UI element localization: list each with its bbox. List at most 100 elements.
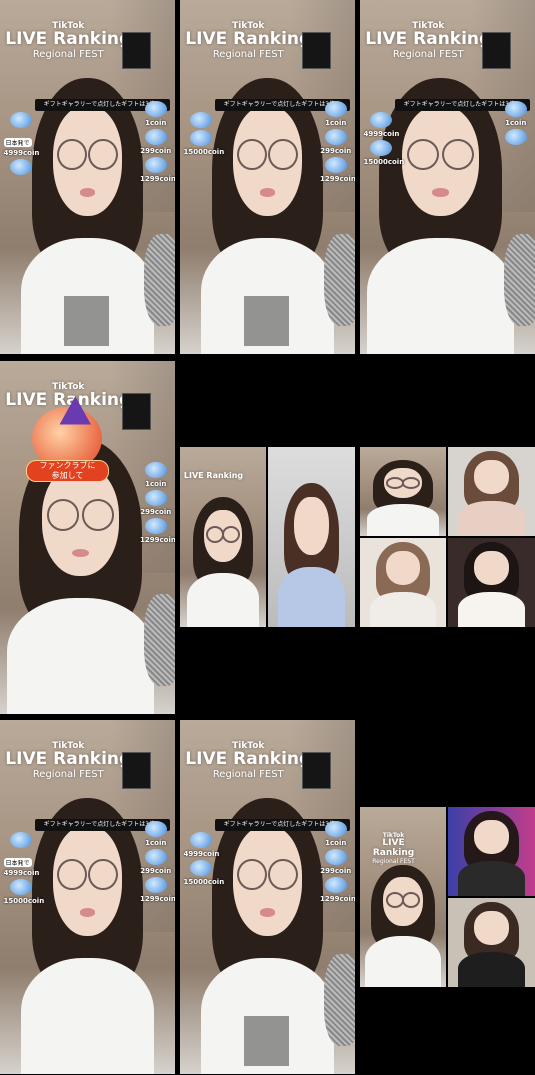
grid-cell-1 [360, 447, 446, 536]
live-ranking-overlay: TikTok LIVE Ranking [5, 382, 131, 410]
guest-streamer [458, 542, 525, 627]
japan-label: 日本発で [3, 857, 32, 867]
coin-label: 1coin [145, 839, 167, 848]
glasses [236, 138, 299, 170]
glasses [206, 525, 240, 543]
snowman-gift-icon [144, 489, 167, 506]
trophy-icon [122, 751, 151, 790]
umbrella-gift-icon [144, 821, 167, 838]
guest-streamer [458, 902, 525, 987]
guest-streamer [458, 451, 525, 536]
glasses [56, 858, 119, 890]
trophy-icon [122, 392, 151, 431]
gift-panel-left: 4999coin 15000coin [183, 830, 224, 886]
gift-icon [144, 877, 167, 894]
coin-label: 4999coin [183, 849, 220, 858]
streamer [201, 797, 334, 1074]
ranking-subtitle: Regional FEST [372, 858, 415, 866]
ranking-title: LIVE Ranking [5, 749, 132, 770]
coin-label: 1299coin [140, 535, 175, 544]
gift-panel-right: 1coin [500, 99, 532, 147]
gift-icon [10, 158, 32, 175]
streamer [201, 77, 334, 354]
microphone [503, 233, 535, 326]
umbrella-gift-icon [144, 461, 167, 478]
live-ranking-overlay: TikTok LIVE Ranking Regional FEST [5, 21, 131, 60]
ranking-subtitle: Regional FEST [32, 49, 104, 61]
streamer [186, 497, 260, 627]
gift-panel-right: 1coin 299coin 1299coin [140, 460, 175, 544]
microphone [143, 594, 175, 686]
grid-cell-2 [448, 447, 535, 536]
ranking-title: LIVE Ranking [185, 29, 312, 50]
gift-panel-left: 日本発で 4999coin [3, 110, 40, 177]
glasses [56, 138, 119, 170]
trophy-icon [302, 751, 331, 790]
streamer [366, 460, 440, 536]
stream-tile-5-split[interactable]: LIVE Ranking [180, 447, 355, 627]
glasses [46, 499, 115, 531]
glasses [385, 891, 421, 909]
ranking-title: LIVE Ranking [365, 29, 492, 50]
streamer [21, 797, 154, 1074]
coin-label: 1coin [145, 119, 167, 128]
grid-cell-4 [448, 538, 535, 627]
live-ranking-overlay: TikTok LIVE Ranking Regional FEST [363, 832, 425, 865]
split-right [268, 447, 355, 627]
split-right-bottom [448, 898, 535, 987]
stream-tile-7[interactable]: TikTok LIVE Ranking Regional FEST ギフトギャラ… [0, 720, 175, 1074]
stream-tile-2[interactable]: TikTok LIVE Ranking Regional FEST ギフトギャラ… [180, 0, 355, 354]
stream-tile-6-grid[interactable] [360, 447, 535, 627]
gift-icon [324, 877, 347, 894]
microphone [323, 233, 355, 326]
live-ranking-overlay: TikTok LIVE Ranking Regional FEST [365, 21, 491, 60]
split-right-top [448, 807, 535, 896]
coin-label: 299coin [320, 867, 352, 876]
stream-tile-4[interactable]: TikTok LIVE Ranking ファンクラブに 参加して 1coin 2… [0, 361, 175, 714]
live-ranking-overlay: TikTok LIVE Ranking Regional FEST [5, 741, 131, 780]
umbrella-gift-icon [324, 821, 347, 838]
glasses [386, 477, 420, 488]
umbrella-gift-icon [504, 101, 527, 118]
gift-icon [190, 831, 212, 848]
guest-streamer [278, 483, 345, 627]
coin-label: 1coin [145, 479, 167, 488]
live-ranking-overlay: TikTok LIVE Ranking Regional FEST [185, 741, 311, 780]
trophy-icon [302, 31, 331, 70]
gift-panel-left: 15000coin [183, 110, 225, 156]
coin-label: 15000coin [183, 147, 225, 156]
stream-tile-9-split[interactable]: TikTok LIVE Ranking Regional FEST [360, 807, 535, 987]
coin-label: 299coin [140, 147, 172, 156]
ranking-title: LIVE Ranking [372, 838, 415, 858]
stream-tile-1[interactable]: TikTok LIVE Ranking Regional FEST ギフトギャラ… [0, 0, 175, 354]
gift-icon [324, 157, 347, 174]
coin-label: 4999coin [363, 129, 400, 138]
glasses [406, 138, 475, 170]
gift-panel-right: 1coin 299coin 1299coin [320, 99, 355, 183]
umbrella-gift-icon [324, 101, 347, 118]
ranking-title: LIVE Ranking [183, 471, 244, 481]
guest-streamer [458, 811, 525, 896]
stream-tile-3[interactable]: TikTok LIVE Ranking Regional FEST ギフトギャラ… [360, 0, 535, 354]
coin-label: 299coin [140, 867, 172, 876]
coin-label: 299coin [140, 507, 172, 516]
trophy-icon [482, 31, 511, 70]
gift-icon [370, 111, 392, 128]
snowman-gift-icon [324, 849, 347, 866]
coin-label: 4999coin [3, 868, 40, 877]
gift-icon [190, 859, 212, 876]
ranking-subtitle: Regional FEST [212, 769, 284, 781]
gift-icon [10, 878, 32, 895]
snowman-gift-icon [144, 129, 167, 146]
join-fan-club-button[interactable]: ファンクラブに 参加して [26, 459, 109, 482]
ranking-title: LIVE Ranking [5, 29, 132, 50]
coin-label: 4999coin [3, 148, 40, 157]
gift-panel-left: 4999coin 15000coin [363, 110, 404, 166]
stream-tile-8[interactable]: TikTok LIVE Ranking Regional FEST ギフトギャラ… [180, 720, 355, 1074]
ranking-subtitle: Regional FEST [32, 769, 104, 781]
live-ranking-overlay: TikTok LIVE Ranking Regional FEST [185, 21, 311, 60]
coin-label: 1coin [325, 839, 347, 848]
gift-icon [504, 129, 527, 146]
ranking-subtitle: Regional FEST [392, 49, 464, 61]
coin-label: 1299coin [320, 895, 355, 904]
